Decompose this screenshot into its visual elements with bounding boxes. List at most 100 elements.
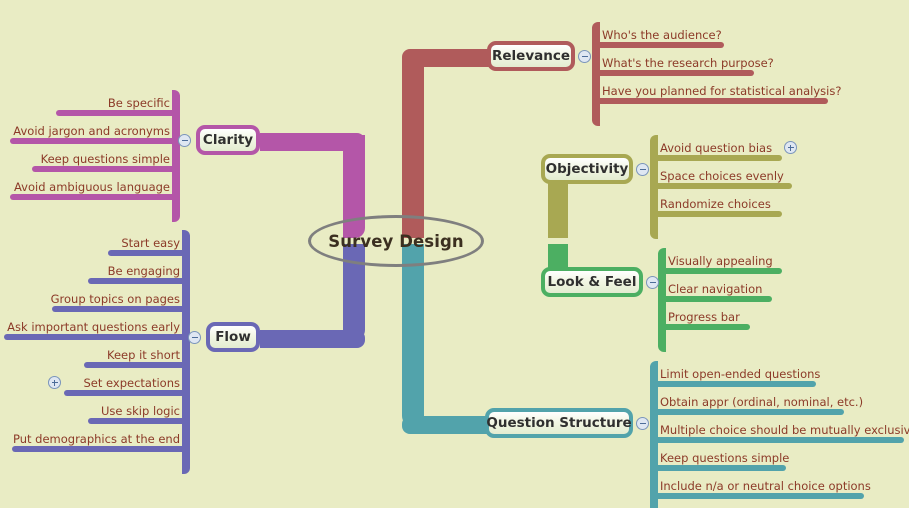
leaf-item[interactable]: Clear navigation	[658, 276, 772, 302]
leaf-underline	[650, 381, 816, 387]
leaf-item[interactable]: Be engaging	[88, 258, 190, 284]
trunk-vertical-question-structure	[402, 244, 424, 426]
branch-label-clarity: Clarity	[202, 132, 254, 148]
leaf-item[interactable]: Keep questions simple	[32, 146, 180, 172]
leaf-label: Avoid jargon and acronyms	[13, 124, 170, 138]
leaf-item[interactable]: What's the research purpose?	[592, 50, 774, 76]
leaf-item[interactable]: Have you planned for statistical analysi…	[592, 78, 841, 104]
root-node-survey-design[interactable]: Survey Design	[308, 215, 484, 267]
leaf-label: Have you planned for statistical analysi…	[602, 84, 842, 98]
leaf-label: Progress bar	[668, 310, 740, 324]
trunk-horizontal-clarity	[260, 133, 365, 151]
leaf-item[interactable]: Set expectations	[64, 370, 190, 396]
collapse-icon-question-structure[interactable]	[636, 417, 649, 430]
leaf-label: Keep it short	[107, 348, 180, 362]
branch-label-question-structure: Question Structure	[486, 415, 632, 431]
branch-node-clarity[interactable]: Clarity	[196, 125, 260, 155]
leaf-underline	[108, 250, 190, 256]
leaf-item[interactable]: Use skip logic	[88, 398, 190, 424]
mindmap-canvas: Relevance Who's the audience? What's the r…	[0, 0, 909, 508]
leaf-label: Space choices evenly	[660, 169, 784, 183]
leaf-item[interactable]: Visually appealing	[658, 248, 782, 274]
leaf-underline	[650, 437, 904, 443]
root-node-label: Survey Design	[328, 231, 464, 251]
leaf-label: Clear navigation	[668, 282, 763, 296]
leaf-underline	[658, 324, 750, 330]
leaf-underline	[52, 306, 190, 312]
leaf-item[interactable]: Progress bar	[658, 304, 750, 330]
leaf-label: Group topics on pages	[50, 292, 180, 306]
leaf-label: Randomize choices	[660, 197, 771, 211]
expand-icon-leaf[interactable]	[48, 376, 61, 389]
collapse-icon-look-and-feel[interactable]	[646, 276, 659, 289]
collapse-icon-relevance[interactable]	[578, 50, 591, 63]
leaf-item[interactable]: Put demographics at the end	[12, 426, 190, 452]
leaf-underline	[12, 446, 190, 452]
leaf-label: What's the research purpose?	[602, 56, 774, 70]
leaf-underline	[592, 98, 828, 104]
leaf-item[interactable]: Multiple choice should be mutually exclu…	[650, 417, 909, 443]
leaf-item[interactable]: Group topics on pages	[50, 286, 190, 312]
branch-node-objectivity[interactable]: Objectivity	[541, 154, 633, 184]
branch-label-look-and-feel: Look & Feel	[547, 274, 637, 290]
leaf-underline	[650, 465, 786, 471]
leaf-item[interactable]: Limit open-ended questions	[650, 361, 820, 387]
leaf-underline	[88, 278, 190, 284]
leaf-underline	[592, 70, 754, 76]
leaf-underline	[10, 194, 180, 200]
branch-node-look-and-feel[interactable]: Look & Feel	[541, 267, 643, 297]
leaf-item[interactable]: Randomize choices	[650, 191, 782, 217]
leaf-label: Keep questions simple	[660, 451, 790, 465]
leaf-item[interactable]: Include n/a or neutral choice options	[650, 473, 871, 499]
leaf-underline	[658, 268, 782, 274]
leaf-item[interactable]: Keep it short	[84, 342, 190, 368]
trunk-horizontal-relevance	[402, 49, 491, 67]
leaf-underline	[650, 493, 864, 499]
branch-label-flow: Flow	[215, 329, 251, 345]
leaf-underline	[650, 211, 782, 217]
leaf-underline	[4, 334, 190, 340]
leaf-item[interactable]: Keep questions simple	[650, 445, 790, 471]
leaf-label: Be specific	[107, 96, 170, 110]
trunk-vertical-relevance	[402, 51, 424, 238]
trunk-horizontal-question-structure	[402, 416, 489, 434]
branch-node-flow[interactable]: Flow	[206, 322, 260, 352]
leaf-label: Include n/a or neutral choice options	[660, 479, 871, 493]
leaf-item[interactable]: Space choices evenly	[650, 163, 792, 189]
leaf-item[interactable]: Obtain appr (ordinal, nominal, etc.)	[650, 389, 863, 415]
leaf-item[interactable]: Avoid ambiguous language	[10, 174, 180, 200]
branch-node-relevance[interactable]: Relevance	[487, 41, 575, 71]
leaf-item[interactable]: Ask important questions early	[4, 314, 190, 340]
collapse-icon-objectivity[interactable]	[636, 163, 649, 176]
leaf-label: Multiple choice should be mutually exclu…	[660, 423, 909, 437]
leaf-label: Start easy	[121, 236, 180, 250]
leaf-item[interactable]: Avoid question bias	[650, 135, 782, 161]
branch-node-question-structure[interactable]: Question Structure	[485, 408, 633, 438]
leaf-label: Limit open-ended questions	[660, 367, 821, 381]
leaf-label: Keep questions simple	[40, 152, 170, 166]
leaf-item[interactable]: Be specific	[56, 90, 180, 116]
leaf-underline	[592, 42, 724, 48]
leaf-underline	[88, 418, 190, 424]
leaf-underline	[650, 409, 844, 415]
leaf-underline	[650, 183, 792, 189]
leaf-underline	[64, 390, 190, 396]
leaf-label: Put demographics at the end	[12, 432, 180, 446]
leaf-underline	[84, 362, 190, 368]
collapse-icon-flow[interactable]	[188, 331, 201, 344]
leaf-label: Obtain appr (ordinal, nominal, etc.)	[660, 395, 864, 409]
expand-icon-leaf[interactable]	[784, 141, 798, 154]
leaf-item[interactable]: Start easy	[108, 230, 190, 256]
leaf-underline	[56, 110, 180, 116]
leaf-label: Avoid ambiguous language	[13, 180, 170, 194]
leaf-label: Be engaging	[107, 264, 180, 278]
leaf-underline	[10, 138, 180, 144]
leaf-item[interactable]: Avoid jargon and acronyms	[10, 118, 180, 144]
leaf-item[interactable]: Who's the audience?	[592, 22, 724, 48]
leaf-label: Visually appealing	[668, 254, 773, 268]
branch-label-objectivity: Objectivity	[545, 161, 629, 177]
leaf-label: Use skip logic	[101, 404, 180, 418]
collapse-icon-clarity[interactable]	[178, 134, 191, 147]
branch-label-relevance: Relevance	[492, 48, 571, 64]
trunk-horizontal-flow	[260, 330, 365, 348]
